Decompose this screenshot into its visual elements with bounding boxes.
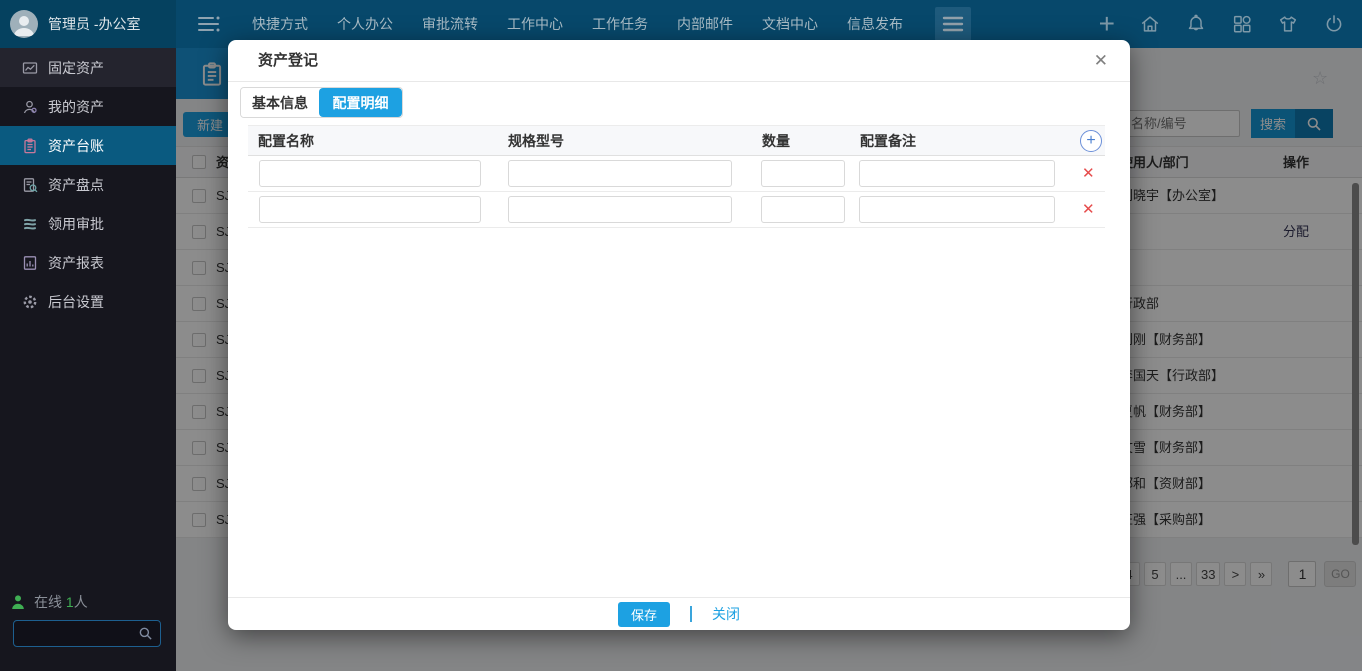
close-icon[interactable]: ✕ [1094, 51, 1108, 71]
sidebar-item-fixed-assets[interactable]: 固定资产 [0, 48, 176, 87]
sidebar-item-label: 资产盘点 [48, 176, 104, 193]
menu-collapse-icon[interactable] [196, 14, 224, 34]
modal-header: 资产登记 ✕ [228, 40, 1130, 82]
asset-reports-icon [23, 255, 37, 270]
save-button[interactable]: 保存 [618, 601, 670, 627]
delete-row-icon[interactable]: ✕ [1082, 201, 1095, 219]
search-icon[interactable] [138, 626, 153, 641]
nav-item-info-publish[interactable]: 信息发布 [847, 14, 903, 34]
config-row-2: ✕ [248, 192, 1105, 228]
online-status: 在线 1人 [10, 592, 88, 612]
hamburger-icon [942, 16, 964, 32]
asset-ledger-icon [24, 138, 36, 153]
config-remark-input-1[interactable] [859, 160, 1055, 187]
config-name-input-2[interactable] [259, 196, 481, 223]
user-silhouette-icon [14, 16, 34, 36]
fixed-assets-icon [22, 61, 38, 74]
config-remark-input-2[interactable] [859, 196, 1055, 223]
sidebar-search-input[interactable] [14, 626, 138, 641]
nav-item-internal-mail[interactable]: 内部邮件 [677, 14, 733, 34]
sidebar-item-asset-ledger[interactable]: 资产台账 [0, 126, 176, 165]
config-remark-header: 配置备注 [860, 133, 916, 149]
spec-model-header: 规格型号 [508, 133, 564, 149]
config-row-1: ✕ [248, 156, 1105, 192]
user-name: 管理员 -办公室 [48, 16, 141, 32]
sidebar-item-label: 资产台账 [48, 137, 104, 154]
topbar-user-area: 管理员 -办公室 [0, 0, 176, 48]
avatar[interactable] [10, 10, 38, 38]
quantity-header: 数量 [762, 133, 790, 149]
sidebar-item-label: 领用审批 [48, 215, 104, 232]
notification-bell-icon[interactable] [1185, 13, 1207, 35]
spec-model-input-2[interactable] [508, 196, 732, 223]
add-icon[interactable]: + [1099, 10, 1115, 38]
sidebar-item-backend-settings[interactable]: 后台设置 [0, 282, 176, 321]
modal-tabs: 基本信息 配置明细 [240, 87, 403, 118]
nav-item-work-tasks[interactable]: 工作任务 [592, 14, 648, 34]
my-assets-icon [23, 100, 37, 113]
sidebar-search-box [13, 620, 161, 647]
theme-shirt-icon[interactable] [1277, 13, 1299, 35]
config-name-header: 配置名称 [258, 133, 314, 149]
sidebar-item-label: 资产报表 [48, 254, 104, 271]
tab-config-detail[interactable]: 配置明细 [319, 88, 402, 117]
nav-item-work-center[interactable]: 工作中心 [507, 14, 563, 34]
requisition-approval-icon [24, 218, 36, 230]
online-count: 1 [65, 594, 74, 610]
asset-inventory-icon [23, 177, 38, 192]
online-unit: 人 [73, 594, 88, 610]
sidebar-item-asset-inventory[interactable]: 资产盘点 [0, 165, 176, 204]
quantity-input-1[interactable] [761, 160, 845, 187]
power-logout-icon[interactable] [1323, 13, 1345, 35]
nav-item-shortcuts[interactable]: 快捷方式 [252, 14, 308, 34]
nav-item-document-center[interactable]: 文档中心 [762, 14, 818, 34]
sidebar-item-label: 后台设置 [48, 293, 104, 310]
settings-gear-icon [23, 295, 37, 308]
nav-item-personal-office[interactable]: 个人办公 [337, 14, 393, 34]
delete-row-icon[interactable]: ✕ [1082, 165, 1095, 183]
spec-model-input-1[interactable] [508, 160, 732, 187]
topbar-icons: + [1099, 0, 1345, 48]
config-table-header: 配置名称 规格型号 数量 配置备注 + [248, 125, 1105, 156]
modal-footer: 保存 关闭 [228, 597, 1130, 630]
modal-title: 资产登记 [258, 52, 319, 69]
home-icon[interactable] [1139, 13, 1161, 35]
quantity-input-2[interactable] [761, 196, 845, 223]
sidebar-item-label: 固定资产 [48, 59, 104, 76]
sidebar-item-requisition-approval[interactable]: 领用审批 [0, 204, 176, 243]
tab-basic-info[interactable]: 基本信息 [241, 88, 319, 117]
close-button[interactable]: 关闭 [712, 604, 740, 624]
online-label: 在线 [34, 594, 62, 610]
apps-grid-icon[interactable] [1231, 13, 1253, 35]
sidebar-item-my-assets[interactable]: 我的资产 [0, 87, 176, 126]
sidebar-item-asset-reports[interactable]: 资产报表 [0, 243, 176, 282]
hamburger-menu-button[interactable] [935, 7, 971, 41]
online-user-icon [12, 595, 24, 609]
footer-divider [690, 606, 692, 622]
sidebar-item-label: 我的资产 [48, 98, 104, 115]
asset-register-modal: 资产登记 ✕ 基本信息 配置明细 配置名称 规格型号 数量 配置备注 + ✕ ✕… [228, 40, 1130, 630]
add-row-icon[interactable]: + [1080, 130, 1102, 152]
sidebar: 固定资产 我的资产 资产台账 资产盘点 领用审批 资产报表 后台设置 在线 1人 [0, 48, 176, 671]
config-name-input-1[interactable] [259, 160, 481, 187]
nav-item-approval-flow[interactable]: 审批流转 [422, 14, 478, 34]
